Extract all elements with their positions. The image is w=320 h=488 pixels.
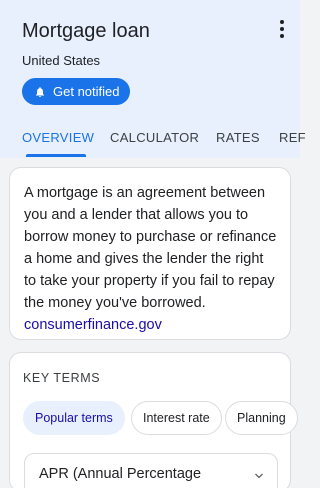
key-terms-heading: KEY TERMS — [23, 371, 101, 385]
tab-bar: OVERVIEW CALCULATOR RATES REF — [0, 118, 306, 158]
more-options-button[interactable] — [276, 18, 288, 40]
app-header: Mortgage loan United States Get notified… — [0, 0, 306, 158]
description-card: A mortgage is an agreement between you a… — [9, 167, 291, 340]
source-link[interactable]: consumerfinance.gov — [24, 317, 162, 333]
more-vert-icon — [280, 20, 284, 24]
tab-overview[interactable]: OVERVIEW — [22, 130, 94, 145]
bell-icon — [36, 86, 44, 97]
tab-rates[interactable]: RATES — [216, 130, 260, 145]
active-tab-indicator — [26, 154, 86, 157]
description-text: A mortgage is an agreement between you a… — [24, 182, 278, 336]
get-notified-label: Get notified — [53, 84, 120, 99]
location-subtitle: United States — [22, 53, 101, 68]
page-title: Mortgage loan — [22, 20, 150, 42]
key-terms-card: KEY TERMS Popular terms Interest rate Pl… — [9, 352, 298, 488]
tab-calculator[interactable]: CALCULATOR — [110, 130, 199, 145]
status-bar — [0, 0, 300, 3]
description-body: A mortgage is an agreement between you a… — [24, 185, 277, 311]
chevron-down-icon — [255, 473, 263, 479]
get-notified-button[interactable]: Get notified — [22, 78, 130, 105]
tab-references[interactable]: REF — [279, 130, 306, 145]
term-item-label: APR (Annual Percentage — [39, 466, 202, 482]
chip-popular-terms[interactable]: Popular terms — [23, 401, 125, 435]
chip-planning[interactable]: Planning — [225, 401, 298, 435]
term-item-apr[interactable]: APR (Annual Percentage — [24, 453, 278, 488]
chip-interest-rate[interactable]: Interest rate — [131, 401, 222, 435]
